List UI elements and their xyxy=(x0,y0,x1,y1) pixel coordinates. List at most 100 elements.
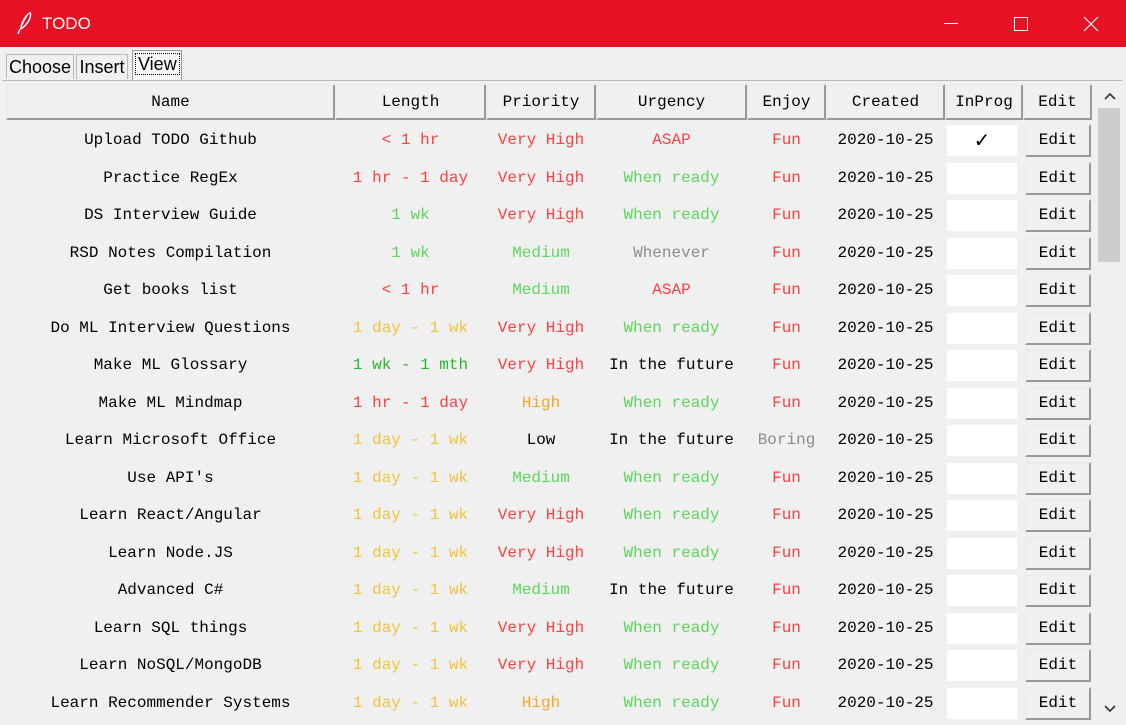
cell-priority: Medium xyxy=(512,281,570,299)
minimize-button[interactable] xyxy=(918,0,984,47)
cell-enjoy: Boring xyxy=(757,431,816,449)
cell-enjoy: Fun xyxy=(772,581,801,599)
maximize-button[interactable] xyxy=(988,0,1054,47)
cell-enjoy: Fun xyxy=(772,656,801,674)
cell-name: Use API's xyxy=(127,469,214,487)
inprog-checkbox[interactable] xyxy=(947,200,1017,231)
maximize-icon xyxy=(1014,16,1028,31)
cell-urgency: When ready xyxy=(623,506,720,524)
cell-name: Learn SQL things xyxy=(93,619,248,637)
column-header-length[interactable]: Length xyxy=(335,84,486,120)
edit-button[interactable]: Edit xyxy=(1025,162,1091,195)
inprog-checkbox[interactable] xyxy=(947,500,1017,531)
cell-length: 1 day - 1 wk xyxy=(352,581,469,599)
inprog-checkbox[interactable] xyxy=(947,538,1017,569)
cell-name: Make ML Glossary xyxy=(93,356,248,374)
cell-urgency: ASAP xyxy=(652,281,691,299)
inprog-checkbox[interactable] xyxy=(947,275,1017,306)
edit-button[interactable]: Edit xyxy=(1025,349,1091,382)
column-header-edit[interactable]: Edit xyxy=(1023,84,1092,120)
cell-urgency: In the future xyxy=(609,431,734,449)
edit-button[interactable]: Edit xyxy=(1025,499,1091,532)
tab-choose[interactable]: Choose xyxy=(6,54,74,79)
table-row: Do ML Interview Questions 1 day - 1 wk Ver… xyxy=(6,310,1092,347)
cell-created: 2020-10-25 xyxy=(837,206,934,224)
cell-enjoy: Fun xyxy=(772,131,801,149)
cell-length: 1 day - 1 wk xyxy=(352,469,469,487)
cell-enjoy: Fun xyxy=(772,544,801,562)
cell-length: 1 day - 1 wk xyxy=(352,694,469,712)
column-header-urgency[interactable]: Urgency xyxy=(596,84,747,120)
column-header-priority[interactable]: Priority xyxy=(486,84,596,120)
inprog-checkbox[interactable] xyxy=(947,463,1017,494)
cell-created: 2020-10-25 xyxy=(837,581,934,599)
inprog-checkbox[interactable] xyxy=(947,650,1017,681)
column-header-created[interactable]: Created xyxy=(826,84,945,120)
cell-length: 1 day - 1 wk xyxy=(352,544,469,562)
cell-created: 2020-10-25 xyxy=(837,431,934,449)
cell-urgency: When ready xyxy=(623,169,720,187)
cell-length: 1 day - 1 wk xyxy=(352,506,469,524)
inprog-checkbox[interactable]: ✓ xyxy=(947,125,1017,156)
title-bar[interactable]: TODO xyxy=(0,0,1126,47)
cell-urgency: In the future xyxy=(609,356,734,374)
edit-button[interactable]: Edit xyxy=(1025,649,1091,682)
cell-name: Learn Microsoft Office xyxy=(64,431,277,449)
cell-name: Learn Recommender Systems xyxy=(50,694,291,712)
chevron-up-icon xyxy=(1103,92,1116,100)
tab-view-label: View xyxy=(135,53,180,75)
inprog-checkbox[interactable] xyxy=(947,163,1017,194)
tab-view[interactable]: View xyxy=(132,50,182,80)
edit-button[interactable]: Edit xyxy=(1025,312,1091,345)
edit-button[interactable]: Edit xyxy=(1025,424,1091,457)
inprog-checkbox[interactable] xyxy=(947,350,1017,381)
cell-length: 1 hr - 1 day xyxy=(352,169,469,187)
cell-created: 2020-10-25 xyxy=(837,694,934,712)
inprog-checkbox[interactable] xyxy=(947,425,1017,456)
column-header-enjoy[interactable]: Enjoy xyxy=(747,84,826,120)
column-header-name[interactable]: Name xyxy=(6,84,335,120)
edit-button[interactable]: Edit xyxy=(1025,612,1091,645)
cell-created: 2020-10-25 xyxy=(837,394,934,412)
feather-icon xyxy=(17,11,32,35)
edit-button[interactable]: Edit xyxy=(1025,124,1091,157)
edit-button[interactable]: Edit xyxy=(1025,574,1091,607)
inprog-checkbox[interactable] xyxy=(947,575,1017,606)
table-row: Learn Node.JS 1 day - 1 wk Very High When r… xyxy=(6,535,1092,572)
edit-button[interactable]: Edit xyxy=(1025,237,1091,270)
inprog-checkbox[interactable] xyxy=(947,388,1017,419)
column-header-inprog[interactable]: InProg xyxy=(945,84,1023,120)
cell-enjoy: Fun xyxy=(772,319,801,337)
cell-urgency: ASAP xyxy=(652,131,691,149)
inprog-checkbox[interactable] xyxy=(947,313,1017,344)
tab-insert[interactable]: Insert xyxy=(76,54,128,79)
inprog-checkbox[interactable] xyxy=(947,613,1017,644)
edit-button[interactable]: Edit xyxy=(1025,199,1091,232)
inprog-checkbox[interactable] xyxy=(947,688,1017,719)
table-row: Learn Recommender Systems 1 day - 1 wk Hig… xyxy=(6,685,1092,722)
edit-button[interactable]: Edit xyxy=(1025,687,1091,720)
cell-name: Learn Node.JS xyxy=(108,544,233,562)
scrollbar-thumb[interactable] xyxy=(1098,108,1120,262)
scroll-up-button[interactable] xyxy=(1097,84,1122,108)
vertical-scrollbar[interactable] xyxy=(1097,84,1122,724)
scroll-down-button[interactable] xyxy=(1097,697,1122,721)
cell-name: Advanced C# xyxy=(117,581,224,599)
cell-priority: Very High xyxy=(497,506,585,524)
cell-length: 1 wk - 1 mth xyxy=(352,356,469,374)
minimize-icon xyxy=(944,22,958,24)
inprog-checkbox[interactable] xyxy=(947,238,1017,269)
cell-urgency: Whenever xyxy=(633,244,710,262)
cell-name: Do ML Interview Questions xyxy=(50,319,291,337)
edit-button[interactable]: Edit xyxy=(1025,537,1091,570)
edit-button[interactable]: Edit xyxy=(1025,462,1091,495)
close-button[interactable] xyxy=(1058,0,1124,47)
edit-button[interactable]: Edit xyxy=(1025,387,1091,420)
cell-created: 2020-10-25 xyxy=(837,356,934,374)
cell-urgency: In the future xyxy=(609,581,734,599)
cell-length: 1 day - 1 wk xyxy=(352,656,469,674)
cell-created: 2020-10-25 xyxy=(837,244,934,262)
table-row: Practice RegEx 1 hr - 1 day Very High When … xyxy=(6,160,1092,197)
cell-priority: Very High xyxy=(497,356,585,374)
edit-button[interactable]: Edit xyxy=(1025,274,1091,307)
